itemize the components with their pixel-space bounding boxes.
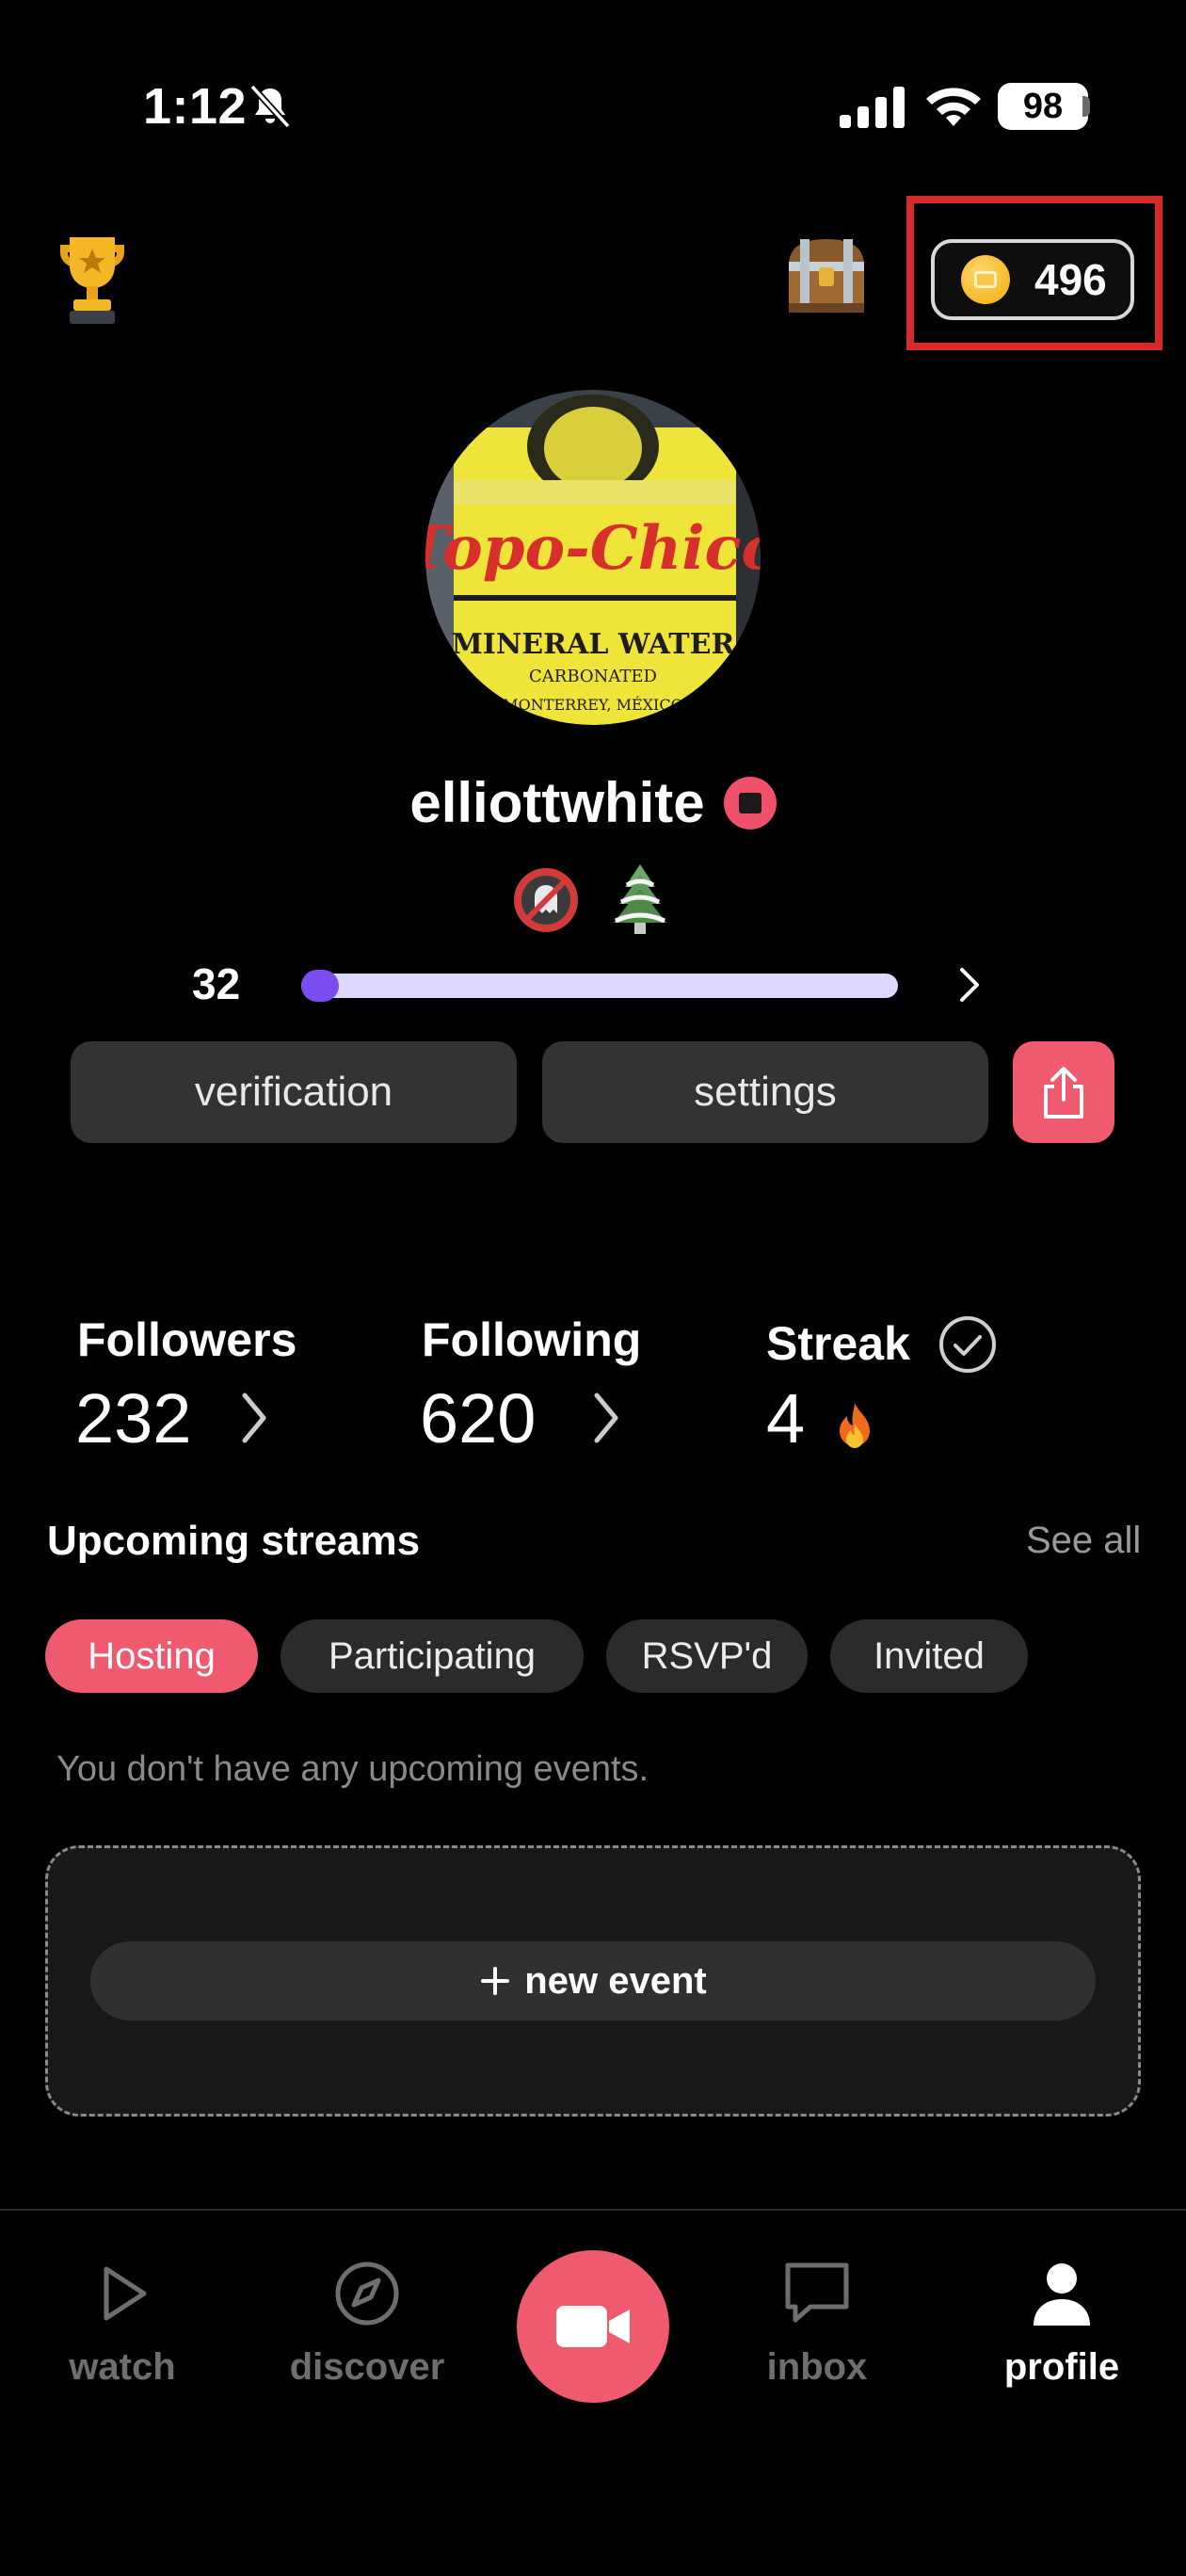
streak-count: 4 <box>766 1379 806 1457</box>
followers-count[interactable]: 232 <box>75 1378 191 1458</box>
coin-balance-button[interactable]: 496 <box>931 239 1134 320</box>
chevron-right-icon[interactable] <box>235 1388 273 1448</box>
wifi-icon <box>926 88 981 126</box>
share-icon <box>1044 1067 1083 1119</box>
new-event-button[interactable]: new event <box>90 1941 1096 2021</box>
username-row: elliottwhite <box>0 770 1186 835</box>
streak-label: Streak <box>766 1317 910 1370</box>
coin-count: 496 <box>1034 255 1107 304</box>
treasure-chest-icon[interactable] <box>781 233 872 318</box>
tab-rsvpd[interactable]: RSVP'd <box>606 1619 808 1693</box>
level-progress-fill <box>301 970 339 1002</box>
svg-text:MINERAL WATER: MINERAL WATER <box>452 628 736 661</box>
username: elliottwhite <box>409 771 705 834</box>
verification-button[interactable]: verification <box>71 1041 517 1143</box>
following-label: Following <box>422 1313 642 1366</box>
following-count[interactable]: 620 <box>420 1378 536 1458</box>
svg-text:Topo-Chico: Topo-Chico <box>425 513 761 584</box>
snowy-tree-badge-icon[interactable] <box>606 861 674 936</box>
tab-hosting[interactable]: Hosting <box>45 1619 258 1693</box>
tab-profile-label: profile <box>1003 2346 1120 2388</box>
no-ghost-badge-icon[interactable] <box>512 866 580 934</box>
tab-watch[interactable]: watch <box>19 2260 226 2389</box>
svg-text:CARBONATED: CARBONATED <box>529 667 657 686</box>
compass-icon <box>335 2262 399 2326</box>
person-icon <box>1034 2263 1090 2326</box>
tab-watch-label: watch <box>69 2346 176 2388</box>
followers-label: Followers <box>77 1313 297 1366</box>
svg-text:MONTERREY, MÉXICO: MONTERREY, MÉXICO <box>503 695 682 714</box>
go-live-button[interactable] <box>517 2250 669 2403</box>
cellular-signal-icon <box>840 87 905 128</box>
play-icon <box>104 2266 147 2321</box>
creator-badge-icon <box>723 776 777 829</box>
avatar[interactable]: Topo-Chico MINERAL WATER CARBONATED MONT… <box>425 390 761 725</box>
battery-tip <box>1082 96 1090 117</box>
trophy-icon[interactable] <box>47 233 137 328</box>
empty-events-note: You don't have any upcoming events. <box>56 1749 649 1789</box>
battery-indicator: 98 <box>998 83 1088 130</box>
chevron-right-icon[interactable] <box>587 1388 625 1448</box>
level-number: 32 <box>192 959 241 1008</box>
status-time: 1:12 <box>143 78 248 135</box>
tab-inbox-label: inbox <box>766 2346 868 2388</box>
plus-icon <box>481 1967 510 1995</box>
tab-invited[interactable]: Invited <box>830 1619 1028 1693</box>
tab-profile[interactable]: profile <box>958 2260 1165 2389</box>
tab-bar-divider <box>0 2209 1186 2211</box>
check-circle-icon[interactable] <box>938 1314 998 1375</box>
bell-muted-icon <box>249 84 291 129</box>
chevron-right-icon[interactable] <box>953 964 986 1006</box>
upcoming-streams-title: Upcoming streams <box>47 1518 421 1564</box>
settings-button[interactable]: settings <box>542 1041 988 1143</box>
fire-icon <box>840 1403 870 1448</box>
tab-discover[interactable]: discover <box>264 2260 471 2389</box>
see-all-link[interactable]: See all <box>1026 1520 1141 1562</box>
level-progress-track <box>301 974 898 998</box>
tab-discover-label: discover <box>289 2346 445 2388</box>
new-event-label: new event <box>524 1959 707 2002</box>
coin-icon <box>961 255 1010 304</box>
tab-participating[interactable]: Participating <box>280 1619 584 1693</box>
chat-bubble-icon <box>785 2262 849 2323</box>
share-button[interactable] <box>1013 1041 1114 1143</box>
tab-inbox[interactable]: inbox <box>713 2260 921 2389</box>
video-camera-icon <box>556 2306 630 2347</box>
